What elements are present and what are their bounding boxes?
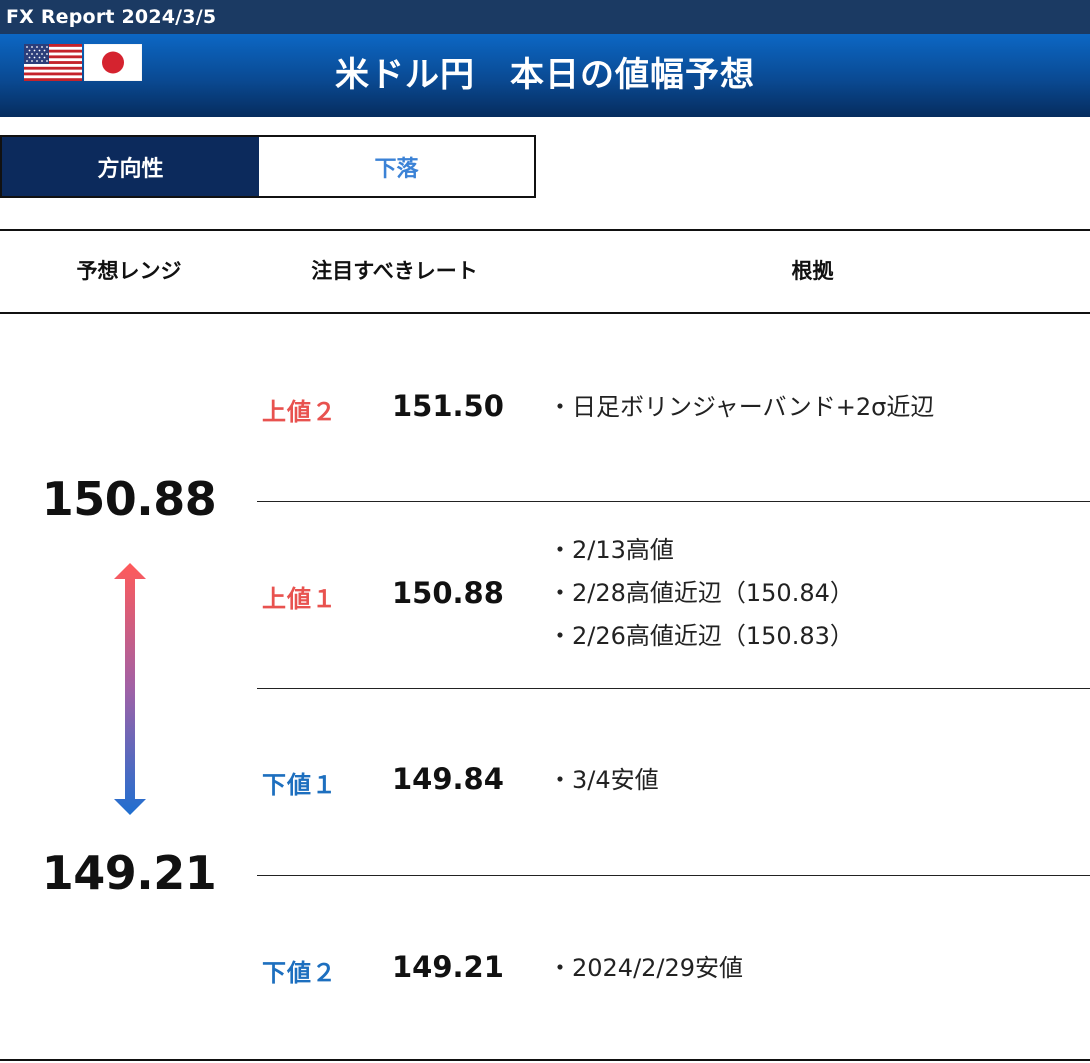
direction-value: 下落 xyxy=(374,156,419,182)
page-title: 米ドル円 本日の値幅予想 xyxy=(335,55,755,95)
column-header-rate: 注目すべきレート xyxy=(311,259,478,283)
basis-item: ・3/4安値 xyxy=(548,766,659,794)
level-label-upper-2: 上値２ xyxy=(262,398,337,426)
basis-item: ・2024/2/29安値 xyxy=(548,954,744,982)
level-label-lower-2: 下値２ xyxy=(262,959,337,987)
basis-item: ・2/26高値近辺（150.83） xyxy=(548,622,854,650)
level-label-upper-1: 上値１ xyxy=(262,585,337,613)
up-down-arrow-icon xyxy=(114,563,146,815)
basis-lower-2: ・2024/2/29安値 xyxy=(548,947,743,990)
level-label-lower-1: 下値１ xyxy=(262,771,337,799)
column-header-range: 予想レンジ xyxy=(76,259,182,283)
basis-upper-2: ・日足ボリンジャーバンド+2σ近辺 xyxy=(548,386,934,429)
divider xyxy=(0,312,1090,314)
range-low-value: 149.21 xyxy=(41,846,217,900)
row-divider xyxy=(257,875,1090,876)
range-high-value: 150.88 xyxy=(41,472,217,526)
row-divider xyxy=(257,501,1090,502)
rate-upper-1: 150.88 xyxy=(392,576,504,610)
column-header-basis: 根拠 xyxy=(791,259,834,283)
divider xyxy=(0,1059,1090,1061)
rate-lower-1: 149.84 xyxy=(392,762,504,796)
rate-lower-2: 149.21 xyxy=(392,950,504,984)
divider xyxy=(0,229,1090,231)
basis-item: ・2/28高値近辺（150.84） xyxy=(548,579,854,607)
report-label: FX Report 2024/3/5 xyxy=(6,6,217,28)
rate-upper-2: 151.50 xyxy=(392,389,504,423)
report-header-bar: FX Report 2024/3/5 xyxy=(0,0,1090,34)
basis-lower-1: ・3/4安値 xyxy=(548,759,659,802)
basis-item: ・日足ボリンジャーバンド+2σ近辺 xyxy=(548,393,935,421)
title-banner: 米ドル円 本日の値幅予想 xyxy=(0,34,1090,117)
direction-label: 方向性 xyxy=(2,137,259,196)
basis-upper-1: ・2/13高値 ・2/28高値近辺（150.84） ・2/26高値近辺（150.… xyxy=(548,529,854,658)
direction-panel: 方向性 下落 xyxy=(0,135,536,198)
basis-item: ・2/13高値 xyxy=(548,536,674,564)
row-divider xyxy=(257,688,1090,689)
